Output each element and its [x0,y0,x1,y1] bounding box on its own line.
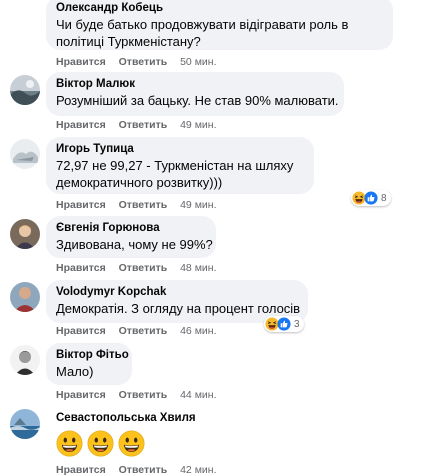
reply-link[interactable]: Ответить [119,56,168,68]
emoji-row [56,430,196,457]
comment-author[interactable]: Віктор Малюк [56,77,334,92]
avatar[interactable] [10,219,40,249]
comment-text-line: політиці Туркменістану? [56,34,201,49]
like-link[interactable]: Нравится [56,262,106,274]
comment-actions: Нравится Ответить 46 мин. [56,325,217,337]
avatar[interactable] [10,139,40,169]
comment-author[interactable]: Олександр Кобець [56,1,383,16]
like-icon [364,191,378,205]
avatar[interactable] [10,409,40,439]
like-link[interactable]: Нравится [56,389,106,401]
reactions-count: 3 [294,318,300,330]
comment-text-line: Демократія. З огляду на процент голосів [56,301,301,316]
reactions-badge[interactable]: 3 [264,316,304,332]
comment-actions: Нравится Ответить 49 мин. [56,199,217,211]
comment-time[interactable]: 48 мин. [180,262,216,274]
avatar[interactable] [10,345,40,375]
grinning-face-icon [56,430,83,457]
comment-text-line: Мало) [56,364,94,379]
avatar[interactable] [10,75,40,105]
comment-bubble: Віктор Фітьо Мало) [46,343,132,385]
comment-time[interactable]: 44 мин. [180,389,216,401]
grinning-face-icon [118,430,145,457]
comment-actions: Нравится Ответить 48 мин. [56,262,217,274]
like-link[interactable]: Нравится [56,56,106,68]
comment-author[interactable]: Volodymyr Kopchak [56,285,298,300]
comment-actions: Нравится Ответить 49 мин. [56,119,217,131]
reply-link[interactable]: Ответить [119,262,168,274]
comment-author[interactable]: Игорь Тупица [56,142,304,157]
like-icon [277,317,291,331]
comment-actions: Нравится Ответить 44 мин. [56,389,217,401]
comment-author[interactable]: Севастопольська Хвиля [56,411,196,426]
like-link[interactable]: Нравится [56,464,106,476]
reply-link[interactable]: Ответить [119,464,168,476]
comment-bubble: Игорь Тупица 72,97 не 99,27 - Туркменіст… [46,137,314,194]
like-link[interactable]: Нравится [56,199,106,211]
comment-actions: Нравится Ответить 42 мин. [56,464,217,476]
comment-time[interactable]: 49 мин. [180,199,216,211]
reactions-badge[interactable]: 8 [351,190,391,206]
comment-text-line: Чи буде батько продовжувати відігравати … [56,17,349,32]
reactions-count: 8 [381,192,387,204]
comment-time[interactable]: 50 мин. [180,56,216,68]
comment-body: Севастопольська Хвиля [56,411,196,457]
like-link[interactable]: Нравится [56,119,106,131]
reply-link[interactable]: Ответить [119,325,168,337]
comment-actions: Нравится Ответить 50 мин. [56,56,217,68]
avatar[interactable] [10,282,40,312]
comment-bubble: Віктор Малюк Розумніший за бацьку. Не ст… [46,72,344,116]
comment-time[interactable]: 42 мин. [180,464,216,476]
reply-link[interactable]: Ответить [119,199,168,211]
comment-time[interactable]: 49 мин. [180,119,216,131]
comment-text-line: Розумніший за бацьку. Не став 90% малюва… [56,93,339,108]
grinning-face-icon [87,430,114,457]
comment-time[interactable]: 46 мин. [180,325,216,337]
comment-text-line: 72,97 не 99,27 - Туркменістан на шляху [56,158,294,173]
reply-link[interactable]: Ответить [119,389,168,401]
comment-bubble: Олександр Кобець Чи буде батько продовжу… [46,0,393,50]
comment-text-line: демократичного розвитку))) [56,175,223,190]
comment-author[interactable]: Віктор Фітьо [56,348,129,363]
reply-link[interactable]: Ответить [119,119,168,131]
like-link[interactable]: Нравится [56,325,106,337]
comment-bubble: Євгенія Горюнова Здивована, чому не 99%? [46,216,216,258]
comment-author[interactable]: Євгенія Горюнова [56,221,206,236]
comment-text-line: Здивована, чому не 99%? [56,237,213,252]
